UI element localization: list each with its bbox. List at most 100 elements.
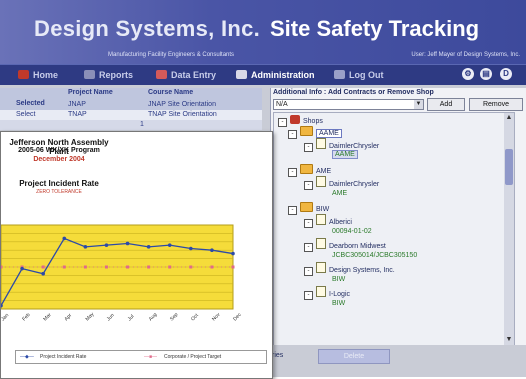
bottom-bar: ries Delete [270,345,526,377]
contract-select[interactable]: N/A ▼ [273,99,424,110]
tab-reports[interactable]: Reports [84,68,133,82]
series-button[interactable]: ries [272,350,298,362]
tree-node[interactable]: - AME [288,164,331,177]
report-date: December 2004 [33,156,85,163]
target-point [83,265,87,269]
document-icon [316,262,326,273]
current-user: User: Jeff Mayer of Design Systems, Inc. [411,52,520,58]
tree-leaf[interactable]: BIW [332,274,345,285]
folder-icon [300,202,313,212]
target-point [210,265,214,269]
rate-point [231,251,235,256]
rate-point [62,236,67,241]
tree-leaf[interactable]: 00094-01-02 [332,226,372,237]
shop-tree: - Shops - AAME - DaimlerChrysler AAME - AME … [273,112,515,346]
print-icon[interactable]: ▤ [480,68,492,80]
rate-point [104,243,109,247]
x-tick-label: Feb [21,312,31,322]
panel-label: Additional Info : Add Contracts or Remov… [273,89,434,96]
help-icon[interactable]: D [500,68,512,80]
select-link[interactable]: Select [16,111,35,118]
program-name: 2005-06 WK/XK Program [18,147,100,154]
page-number[interactable]: 1 [140,121,144,128]
folder-icon [300,164,313,174]
document-icon [316,238,326,249]
legend-rate-marker: —◆— [20,354,34,360]
tree-node[interactable]: - Dearborn Midwest [304,238,386,252]
x-tick-label: Oct [190,312,200,322]
tree-node[interactable]: - AAME [288,126,342,139]
tab-home[interactable]: Home [18,68,58,82]
course-table: Selected Project Name Course Name JNAP J… [0,88,262,130]
tree-node[interactable]: - Alberici [304,214,352,228]
tree-node[interactable]: - BIW [288,202,329,215]
tree-node[interactable]: - DaimlerChrysler [304,138,379,152]
rate-point [83,245,88,249]
gear-icon [236,70,247,79]
rate-point [189,246,193,251]
document-icon [316,286,326,297]
scroll-thumb[interactable] [505,149,513,185]
tree-scrollbar[interactable]: ▲ ▼ [504,113,514,345]
target-point [104,265,108,269]
key-icon [334,70,345,79]
tab-log-out[interactable]: Log Out [334,68,384,82]
x-tick-label: Mar [42,312,53,323]
target-point [1,265,3,269]
x-tick-label: Apr [63,312,73,322]
tree-leaf[interactable]: AME [332,188,347,199]
rate-point [41,271,45,276]
collapse-toggle[interactable]: - [278,118,287,127]
chart-icon [84,70,95,79]
table-row[interactable]: JNAP JNAP Site Orientation [0,100,262,110]
scroll-down-icon[interactable]: ▼ [504,335,514,345]
delete-button[interactable]: Delete [318,349,390,364]
brand-subtitle: Manufacturing Facility Engineers & Consu… [108,52,235,58]
header-banner: Design Systems, Inc. Site Safety Trackin… [0,0,526,64]
rate-point [146,245,151,249]
document-icon [316,138,326,149]
target-point [168,265,172,269]
table-row[interactable]: Select TNAP TNAP Site Orientation [0,110,262,120]
tagline: ZERO TOLERANCE [36,189,82,195]
report-window: Jefferson North Assembly Plant 2005-06 W… [0,131,273,379]
x-tick-label: Jul [127,314,136,323]
add-button[interactable]: Add [427,98,465,111]
target-point [62,265,66,269]
tree-node[interactable]: - I-Logic [304,286,350,300]
document-icon [316,176,326,187]
legend-target-marker: —■— [144,354,158,360]
tree-leaf[interactable]: AAME [332,149,358,160]
tools-icon[interactable]: ⚙ [462,68,474,80]
target-point [41,265,45,269]
remove-button[interactable]: Remove [469,98,523,111]
rate-point [210,248,214,252]
x-tick-label: Dec [232,312,243,323]
x-tick-label: Nov [211,312,222,323]
document-icon [316,214,326,225]
x-tick-label: Aug [148,312,159,323]
shop-panel: Additional Info : Add Contracts or Remov… [270,88,526,346]
tree-node[interactable]: - DaimlerChrysler [304,176,379,190]
target-point [147,265,151,269]
x-tick-label: Jan [1,312,10,322]
incident-rate-chart: Jan Feb Mar Apr May Jun Jul Aug Sep Oct Nov Dec [1,224,243,323]
rate-point [167,243,172,247]
x-tick-label: May [85,311,96,322]
brand-name: Design Systems, Inc. [34,16,261,41]
tree-node[interactable]: - Design Systems, Inc. [304,262,395,276]
scroll-up-icon[interactable]: ▲ [504,113,514,123]
legend-rate-label: Project Incident Rate [40,354,87,360]
tree-leaf[interactable]: JCBC305014/JCBC305150 [332,250,417,261]
x-tick-label: Jun [106,312,116,322]
target-point [189,265,193,269]
rate-point [20,266,24,271]
tree-node[interactable]: - Shops [278,115,323,127]
tab-data-entry[interactable]: Data Entry [156,68,216,82]
table-pager: 1 [0,120,262,130]
target-point [231,265,235,269]
tree-leaf[interactable]: BIW [332,298,345,309]
app-title: Site Safety Tracking [270,16,480,41]
tab-administration[interactable]: Administration [236,68,315,82]
chevron-down-icon[interactable]: ▼ [414,100,423,109]
